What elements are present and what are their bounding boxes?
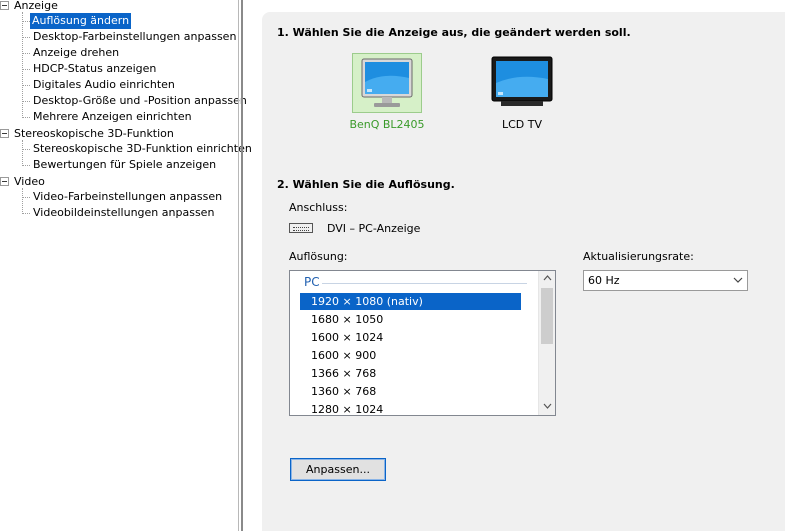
connection-value: DVI – PC-Anzeige bbox=[327, 222, 421, 235]
tv-icon bbox=[491, 56, 553, 106]
chevron-down-icon bbox=[733, 277, 743, 283]
resolution-option[interactable]: 1920 × 1080 (nativ) bbox=[300, 293, 521, 310]
connection-label: Anschluss: bbox=[289, 201, 348, 214]
list-group-header: PC bbox=[304, 275, 320, 289]
tree-item-digitales-audio[interactable]: Digitales Audio einrichten bbox=[31, 77, 177, 93]
tree-category-video[interactable]: Video bbox=[0, 174, 200, 190]
resolution-option[interactable]: 1600 × 1024 bbox=[300, 329, 521, 346]
tree-item-mehrere-anzeigen[interactable]: Mehrere Anzeigen einrichten bbox=[31, 109, 194, 125]
pane-splitter[interactable] bbox=[241, 0, 243, 531]
tree-item-hdcp-status[interactable]: HDCP-Status anzeigen bbox=[31, 61, 158, 77]
tree-item-desktop-farbeinstellungen[interactable]: Desktop-Farbeinstellungen anpassen bbox=[31, 29, 238, 45]
tree-connector bbox=[22, 37, 30, 38]
tree-connector bbox=[22, 85, 30, 86]
tree-connector bbox=[22, 213, 30, 214]
tree-category-stereo-3d[interactable]: Stereoskopische 3D-Funktion bbox=[0, 126, 200, 142]
tree-connector bbox=[22, 149, 30, 150]
tree-item-desktop-groesse[interactable]: Desktop-Größe und -Position anpassen bbox=[31, 93, 249, 109]
scroll-thumb[interactable] bbox=[541, 288, 553, 344]
tree-connector bbox=[22, 69, 30, 70]
display-label-lcd-tv: LCD TV bbox=[501, 118, 543, 131]
step1-title: 1. Wählen Sie die Anzeige aus, die geänd… bbox=[277, 26, 631, 39]
tree-connector bbox=[22, 21, 30, 22]
display-option-lcd-tv[interactable] bbox=[487, 53, 557, 113]
tree-connector bbox=[22, 53, 30, 54]
tree-connector bbox=[22, 188, 23, 214]
tree-connector bbox=[22, 12, 23, 118]
resolution-listbox[interactable]: PC 1920 × 1080 (nativ) 1680 × 1050 1600 … bbox=[289, 270, 556, 416]
scroll-down-icon[interactable] bbox=[539, 399, 555, 415]
collapse-icon[interactable] bbox=[0, 1, 9, 10]
resolution-option[interactable]: 1600 × 900 bbox=[300, 347, 521, 364]
tree-item-video-farbeinstellungen[interactable]: Video-Farbeinstellungen anpassen bbox=[31, 189, 224, 205]
step2-title: 2. Wählen Sie die Auflösung. bbox=[277, 178, 455, 191]
list-scrollbar[interactable] bbox=[538, 271, 555, 415]
refresh-rate-value: 60 Hz bbox=[588, 274, 620, 287]
tree-category-label: Stereoskopische 3D-Funktion bbox=[14, 127, 174, 140]
collapse-icon[interactable] bbox=[0, 129, 9, 138]
tree-category-label: Anzeige bbox=[14, 0, 58, 12]
navigation-tree: Anzeige Auflösung ändern Desktop-Farbein… bbox=[0, 0, 252, 531]
group-divider bbox=[322, 283, 527, 284]
tree-item-bewertungen-spiele[interactable]: Bewertungen für Spiele anzeigen bbox=[31, 157, 218, 173]
display-option-benq[interactable] bbox=[352, 53, 422, 113]
dvi-connector-icon bbox=[289, 223, 313, 233]
resolution-option[interactable]: 1680 × 1050 bbox=[300, 311, 521, 328]
resolution-option[interactable]: 1366 × 768 bbox=[300, 365, 521, 382]
resolution-label: Auflösung: bbox=[289, 250, 348, 263]
tree-item-anzeige-drehen[interactable]: Anzeige drehen bbox=[31, 45, 121, 61]
refresh-rate-select[interactable]: 60 Hz bbox=[583, 270, 748, 291]
tree-item-aufloesung-aendern[interactable]: Auflösung ändern bbox=[30, 13, 132, 29]
tree-connector bbox=[22, 140, 23, 166]
customize-button[interactable]: Anpassen... bbox=[290, 458, 386, 481]
tree-connector bbox=[22, 165, 30, 166]
tree-category-label: Video bbox=[14, 175, 45, 188]
collapse-icon[interactable] bbox=[0, 177, 9, 186]
tree-connector bbox=[22, 117, 30, 118]
tree-item-stereo-einrichten[interactable]: Stereoskopische 3D-Funktion einrichten bbox=[31, 141, 254, 157]
tree-category-anzeige[interactable]: Anzeige bbox=[0, 0, 200, 14]
monitor-icon bbox=[361, 58, 413, 107]
refresh-rate-label: Aktualisierungsrate: bbox=[583, 250, 694, 263]
tree-connector bbox=[22, 101, 30, 102]
resolution-option[interactable]: 1360 × 768 bbox=[300, 383, 521, 400]
display-label-benq: BenQ BL2405 bbox=[349, 118, 425, 131]
tree-item-videobildeinstellungen[interactable]: Videobildeinstellungen anpassen bbox=[31, 205, 216, 221]
scroll-up-icon[interactable] bbox=[539, 271, 555, 287]
resolution-option[interactable]: 1280 × 1024 bbox=[300, 401, 521, 415]
tree-connector bbox=[22, 197, 30, 198]
pane-divider bbox=[238, 0, 239, 531]
